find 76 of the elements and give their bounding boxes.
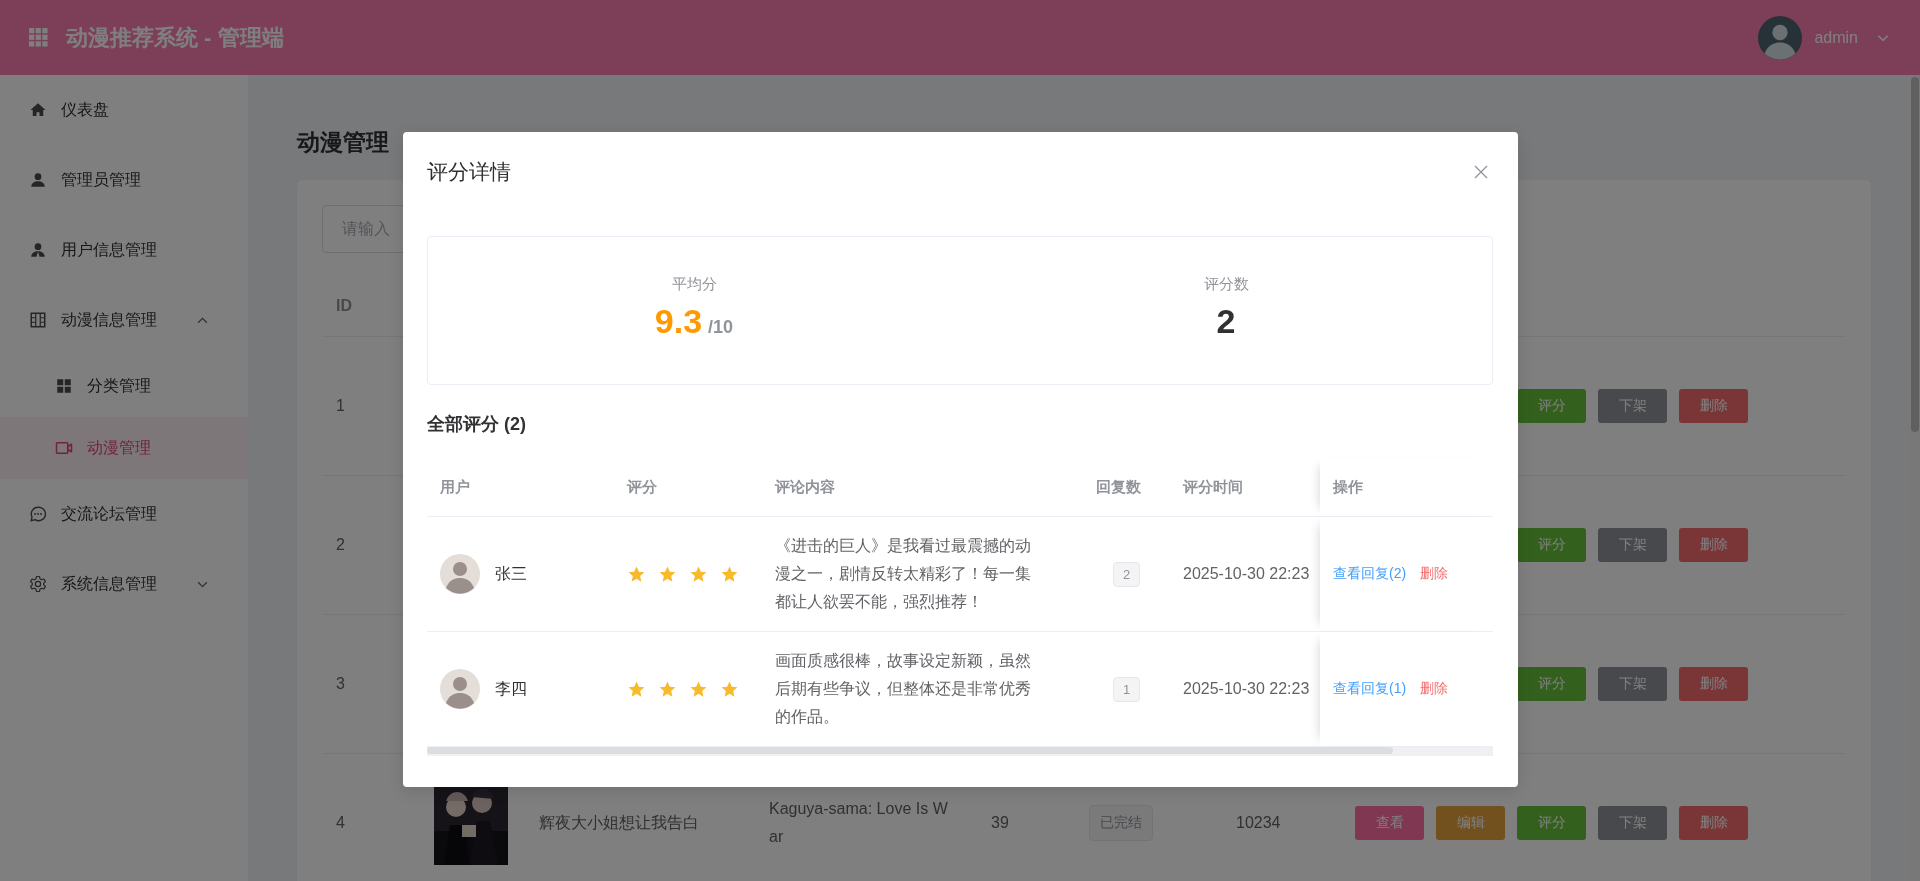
film-icon [29, 311, 47, 329]
table-cell-text: 3 [335, 675, 346, 693]
table-cell-text: 2 [335, 536, 346, 554]
star-icon [689, 564, 708, 584]
home-icon [29, 101, 47, 119]
user-name[interactable]: admin [1814, 28, 1858, 47]
delete-button[interactable]: 删除 [1679, 528, 1748, 562]
column-header: 评分时间 [1183, 477, 1243, 497]
delete-link[interactable]: 删除 [1420, 565, 1449, 583]
user-name: 张三 [495, 563, 527, 584]
column-header: 操作 [1333, 477, 1363, 497]
action-button[interactable]: 评分 [1517, 667, 1586, 701]
stat-value: 9.3 [654, 302, 703, 341]
user-icon [29, 171, 47, 189]
sidebar-item[interactable]: 管理员管理 [0, 145, 248, 215]
settings-icon [29, 575, 47, 593]
comment-text: 画面质感很棒，故事设定新颖，虽然后期有些争议，但整体还是非常优秀的作品。 [775, 651, 1032, 727]
stat-label: 评分数 [1203, 275, 1249, 294]
table-cell: 2025-10-30 22:23 [1183, 680, 1310, 698]
delete-button[interactable]: 删除 [1679, 806, 1748, 840]
view-replies-link[interactable]: 查看回复(2) [1333, 565, 1407, 583]
sidebar-item[interactable]: 用户信息管理 [0, 215, 248, 285]
table-cell-text: 10234 [1235, 814, 1282, 832]
dialog-title: 评分详情 [427, 159, 512, 185]
sidebar-subitem[interactable]: 分类管理 [0, 355, 248, 417]
app-title: 动漫推荐系统 - 管理端 [66, 23, 284, 52]
apps-grid-icon[interactable] [29, 28, 48, 47]
column-header: 回复数 [1096, 477, 1141, 497]
delete-button[interactable]: 删除 [1679, 389, 1748, 423]
user-name: 李四 [495, 678, 527, 699]
reply-count-tag: 1 [1112, 676, 1141, 702]
stat-value: 2 [1216, 302, 1236, 341]
sidebar-subitem[interactable]: 动漫管理 [0, 417, 248, 479]
page-title: 动漫管理 [297, 130, 390, 154]
star-icon [658, 564, 677, 584]
table-cell-text: Kaguya-sama: Love Is War [769, 799, 949, 847]
sidebar-item[interactable]: 仪表盘 [0, 75, 248, 145]
table-cell-text: 4 [335, 814, 346, 832]
reply-count-tag: 2 [1112, 561, 1141, 587]
sidebar-item[interactable]: 交流论坛管理 [0, 479, 248, 549]
table-cell: 2025-10-30 22:23 [1183, 565, 1310, 583]
action-button[interactable]: 评分 [1517, 528, 1586, 562]
view-replies-link[interactable]: 查看回复(1) [1333, 680, 1407, 698]
table-cell-text: 1 [335, 397, 346, 415]
table-cell-text: 辉夜大小姐想让我告白 [539, 812, 700, 833]
avatar-icon [440, 554, 480, 594]
column-header: 评分 [627, 477, 657, 497]
star-icon [658, 679, 677, 699]
action-button[interactable]: 评分 [1517, 389, 1586, 423]
chat-icon [29, 505, 47, 523]
delete-link[interactable]: 删除 [1420, 680, 1449, 698]
action-button[interactable]: 评分 [1517, 806, 1586, 840]
video-camera-icon [55, 439, 73, 457]
star-icon [689, 679, 708, 699]
comment-text: 《进击的巨人》是我看过最震撼的动漫之一，剧情反转太精彩了！每一集都让人欲罢不能，强烈推荐！ [775, 536, 1032, 612]
star-icon [720, 679, 739, 699]
table-cell-text: 39 [991, 814, 1010, 832]
sidebar-item[interactable]: 动漫信息管理 [0, 285, 248, 355]
sidebar-item[interactable]: 系统信息管理 [0, 549, 248, 619]
avatar-icon[interactable] [1758, 15, 1803, 60]
grid-icon [55, 377, 73, 395]
column-header: 评论内容 [775, 477, 835, 497]
scrollbar[interactable] [427, 747, 1493, 756]
delete-button[interactable]: 删除 [1679, 667, 1748, 701]
column-header: 用户 [440, 477, 470, 497]
stat-label: 平均分 [671, 275, 717, 294]
star-icon [720, 564, 739, 584]
section-title: 全部评分 (2) [427, 413, 527, 436]
avatar-icon [440, 669, 480, 709]
user-icon [29, 241, 47, 259]
action-button[interactable]: 查看 [1355, 806, 1424, 840]
star-icon [627, 679, 646, 699]
star-icon [627, 564, 646, 584]
close-icon[interactable] [1474, 165, 1488, 179]
stat-suffix: /10 [708, 317, 734, 338]
action-button[interactable]: 编辑 [1436, 806, 1505, 840]
